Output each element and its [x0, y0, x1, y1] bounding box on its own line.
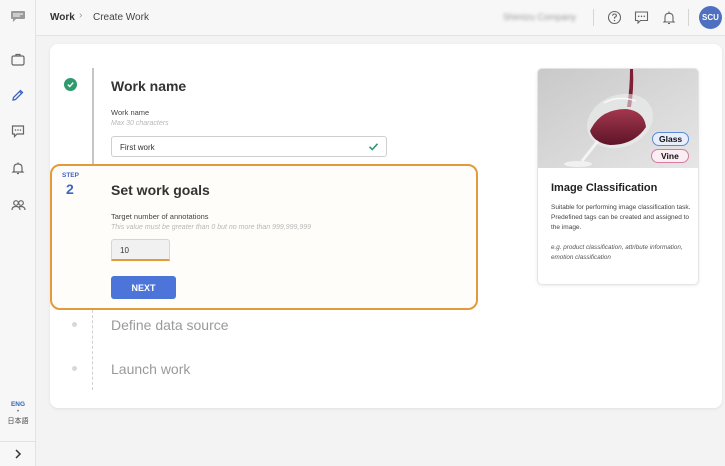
valid-check-icon: [368, 143, 379, 151]
notification-bell-icon[interactable]: [660, 9, 677, 26]
work-name-input[interactable]: First work: [111, 136, 387, 157]
step-complete-check-icon: [64, 78, 77, 91]
step-title-work-name[interactable]: Work name: [111, 78, 186, 94]
top-bar: Work › Create Work Shimizu Company SCU: [36, 0, 725, 36]
lang-separator: •: [16, 409, 20, 415]
chat-icon[interactable]: [9, 122, 27, 140]
progress-line-pending: [92, 310, 93, 390]
header-divider: [688, 9, 689, 26]
annotations-input[interactable]: 10: [111, 239, 170, 261]
work-name-value: First work: [120, 143, 155, 152]
step-title-data-source: Define data source: [111, 317, 229, 333]
step-dot: [72, 366, 77, 371]
annotations-label: Target number of annotations: [111, 212, 209, 221]
expand-sidebar-button[interactable]: [0, 441, 36, 466]
pencil-icon[interactable]: [9, 86, 27, 104]
work-name-hint: Max 30 characters: [111, 120, 169, 127]
next-button[interactable]: NEXT: [111, 276, 176, 299]
sidebar: ENG • 日本語: [0, 0, 36, 466]
step-label: STEP: [62, 172, 79, 179]
step-dot: [72, 322, 77, 327]
company-name: Shimizu Company: [503, 12, 577, 22]
tag-vine: Vine: [651, 149, 689, 163]
wine-glass-image: Glass Vine: [538, 69, 698, 168]
step-number: 2: [66, 181, 74, 197]
chevron-right-icon: [15, 449, 22, 459]
breadcrumb-separator: ›: [79, 10, 83, 21]
user-avatar[interactable]: SCU: [699, 6, 722, 29]
breadcrumb-work[interactable]: Work: [50, 12, 75, 23]
briefcase-icon[interactable]: [9, 50, 27, 68]
step-title-work-goals: Set work goals: [111, 182, 210, 198]
users-icon[interactable]: [9, 196, 27, 214]
progress-line-done: [92, 68, 94, 167]
annotations-hint: This value must be greater than 0 but no…: [111, 224, 312, 231]
bell-icon[interactable]: [9, 159, 27, 177]
tag-glass: Glass: [652, 132, 690, 146]
chat-icon[interactable]: [633, 9, 650, 26]
header-divider: [593, 9, 594, 26]
step-title-launch: Launch work: [111, 361, 191, 377]
annotations-value: 10: [120, 246, 129, 255]
lang-japanese[interactable]: 日本語: [0, 416, 36, 426]
work-type-description: Suitable for performing image classifica…: [551, 204, 691, 231]
breadcrumb-current: Create Work: [93, 12, 149, 23]
lang-english[interactable]: ENG: [0, 401, 36, 408]
work-type-info-card: Glass Vine Image Classification Suitable…: [537, 68, 699, 285]
work-type-examples: e.g. product classification, attribute i…: [551, 244, 683, 261]
work-type-title: Image Classification: [551, 182, 658, 194]
help-icon[interactable]: [606, 9, 623, 26]
work-name-label: Work name: [111, 108, 150, 117]
logo-icon[interactable]: [9, 8, 27, 26]
